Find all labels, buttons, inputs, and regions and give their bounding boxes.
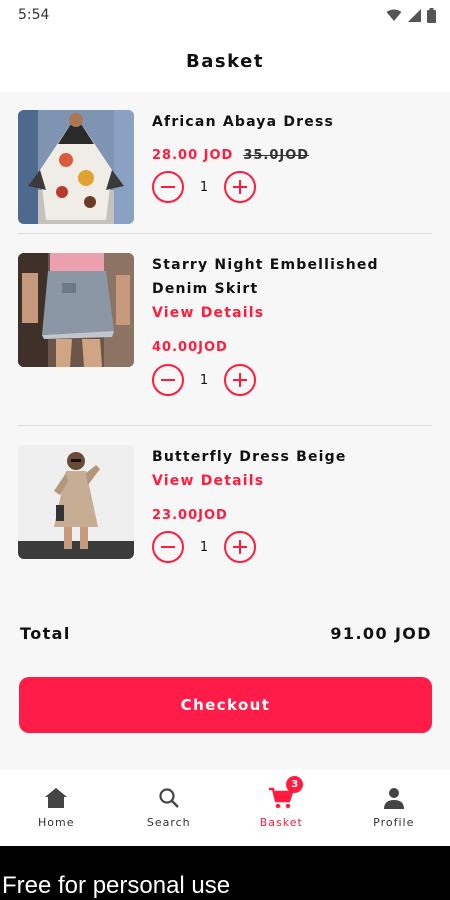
price-row: 28.00 JOD 35.0JOD: [152, 144, 432, 163]
quantity-value: 1: [199, 179, 209, 195]
increase-quantity-button[interactable]: [224, 364, 256, 396]
item-info: Starry Night Embellished Denim Skirt Vie…: [152, 253, 432, 396]
denim-skirt-photo: [18, 253, 134, 367]
nav-home[interactable]: Home: [0, 770, 113, 846]
product-name[interactable]: African Abaya Dress: [152, 110, 432, 134]
item-divider: [18, 425, 432, 426]
status-time: 5:54: [18, 7, 50, 23]
quantity-value: 1: [199, 372, 209, 388]
basket-item: Butterfly Dress Beige View Details 23.00…: [18, 445, 432, 575]
product-price: 40.00JOD: [152, 340, 228, 355]
total-label: Total: [20, 624, 71, 643]
item-info: Butterfly Dress Beige View Details 23.00…: [152, 445, 432, 563]
cart-count-badge: 3: [286, 776, 304, 793]
total-value: 91.00 JOD: [330, 624, 432, 643]
product-image[interactable]: [18, 110, 134, 224]
beige-dress-photo: [18, 445, 134, 559]
nav-basket[interactable]: 3 Basket: [225, 770, 338, 846]
nav-profile[interactable]: Profile: [338, 770, 450, 846]
quantity-stepper: 1: [152, 531, 432, 563]
cart-icon: 3: [267, 776, 304, 812]
increase-quantity-button[interactable]: [224, 531, 256, 563]
quantity-stepper: 1: [152, 364, 432, 396]
quantity-stepper: 1: [152, 171, 432, 203]
nav-search[interactable]: Search: [113, 770, 226, 846]
product-image[interactable]: [18, 253, 134, 367]
status-icons: [386, 7, 436, 23]
checkout-button[interactable]: Checkout: [19, 677, 432, 733]
minus-icon: [161, 185, 175, 189]
plus-icon: [233, 373, 247, 386]
product-image[interactable]: [18, 445, 134, 559]
search-icon: [155, 784, 183, 812]
basket-item: Starry Night Embellished Denim Skirt Vie…: [18, 253, 432, 403]
product-price: 28.00 JOD: [152, 148, 234, 163]
page-title: Basket: [186, 50, 264, 72]
decrease-quantity-button[interactable]: [152, 531, 184, 563]
status-bar: 5:54: [0, 0, 450, 30]
wifi-icon: [386, 9, 402, 21]
product-name[interactable]: Starry Night Embellished Denim Skirt: [152, 253, 432, 301]
plus-icon: [233, 180, 247, 193]
abaya-dress-photo: [18, 110, 134, 224]
watermark-banner: Free for personal use: [0, 846, 450, 900]
price-row: 23.00JOD: [152, 504, 432, 523]
product-name[interactable]: Butterfly Dress Beige: [152, 445, 432, 469]
signal-icon: [408, 8, 421, 22]
total-row: Total 91.00 JOD: [20, 624, 432, 643]
decrease-quantity-button[interactable]: [152, 364, 184, 396]
decrease-quantity-button[interactable]: [152, 171, 184, 203]
basket-item: African Abaya Dress 28.00 JOD 35.0JOD 1: [18, 110, 432, 226]
watermark-text: Free for personal use: [2, 872, 231, 899]
product-price: 23.00JOD: [152, 508, 228, 523]
minus-icon: [161, 545, 175, 549]
nav-label: Search: [146, 816, 191, 829]
person-icon: [380, 784, 408, 812]
home-icon: [42, 784, 70, 812]
original-price: 35.0JOD: [243, 148, 310, 163]
item-divider: [18, 233, 432, 234]
nav-label: Basket: [259, 816, 303, 829]
quantity-value: 1: [199, 539, 209, 555]
plus-icon: [233, 540, 247, 553]
view-details-link[interactable]: View Details: [152, 469, 432, 493]
nav-label: Profile: [373, 816, 415, 829]
item-info: African Abaya Dress 28.00 JOD 35.0JOD 1: [152, 110, 432, 203]
battery-icon: [427, 7, 436, 23]
app-header: Basket: [0, 30, 450, 92]
bottom-nav: Home Search 3 Basket Profile: [0, 770, 450, 846]
increase-quantity-button[interactable]: [224, 171, 256, 203]
minus-icon: [161, 378, 175, 382]
nav-label: Home: [38, 816, 75, 829]
price-row: 40.00JOD: [152, 336, 432, 355]
view-details-link[interactable]: View Details: [152, 301, 432, 325]
